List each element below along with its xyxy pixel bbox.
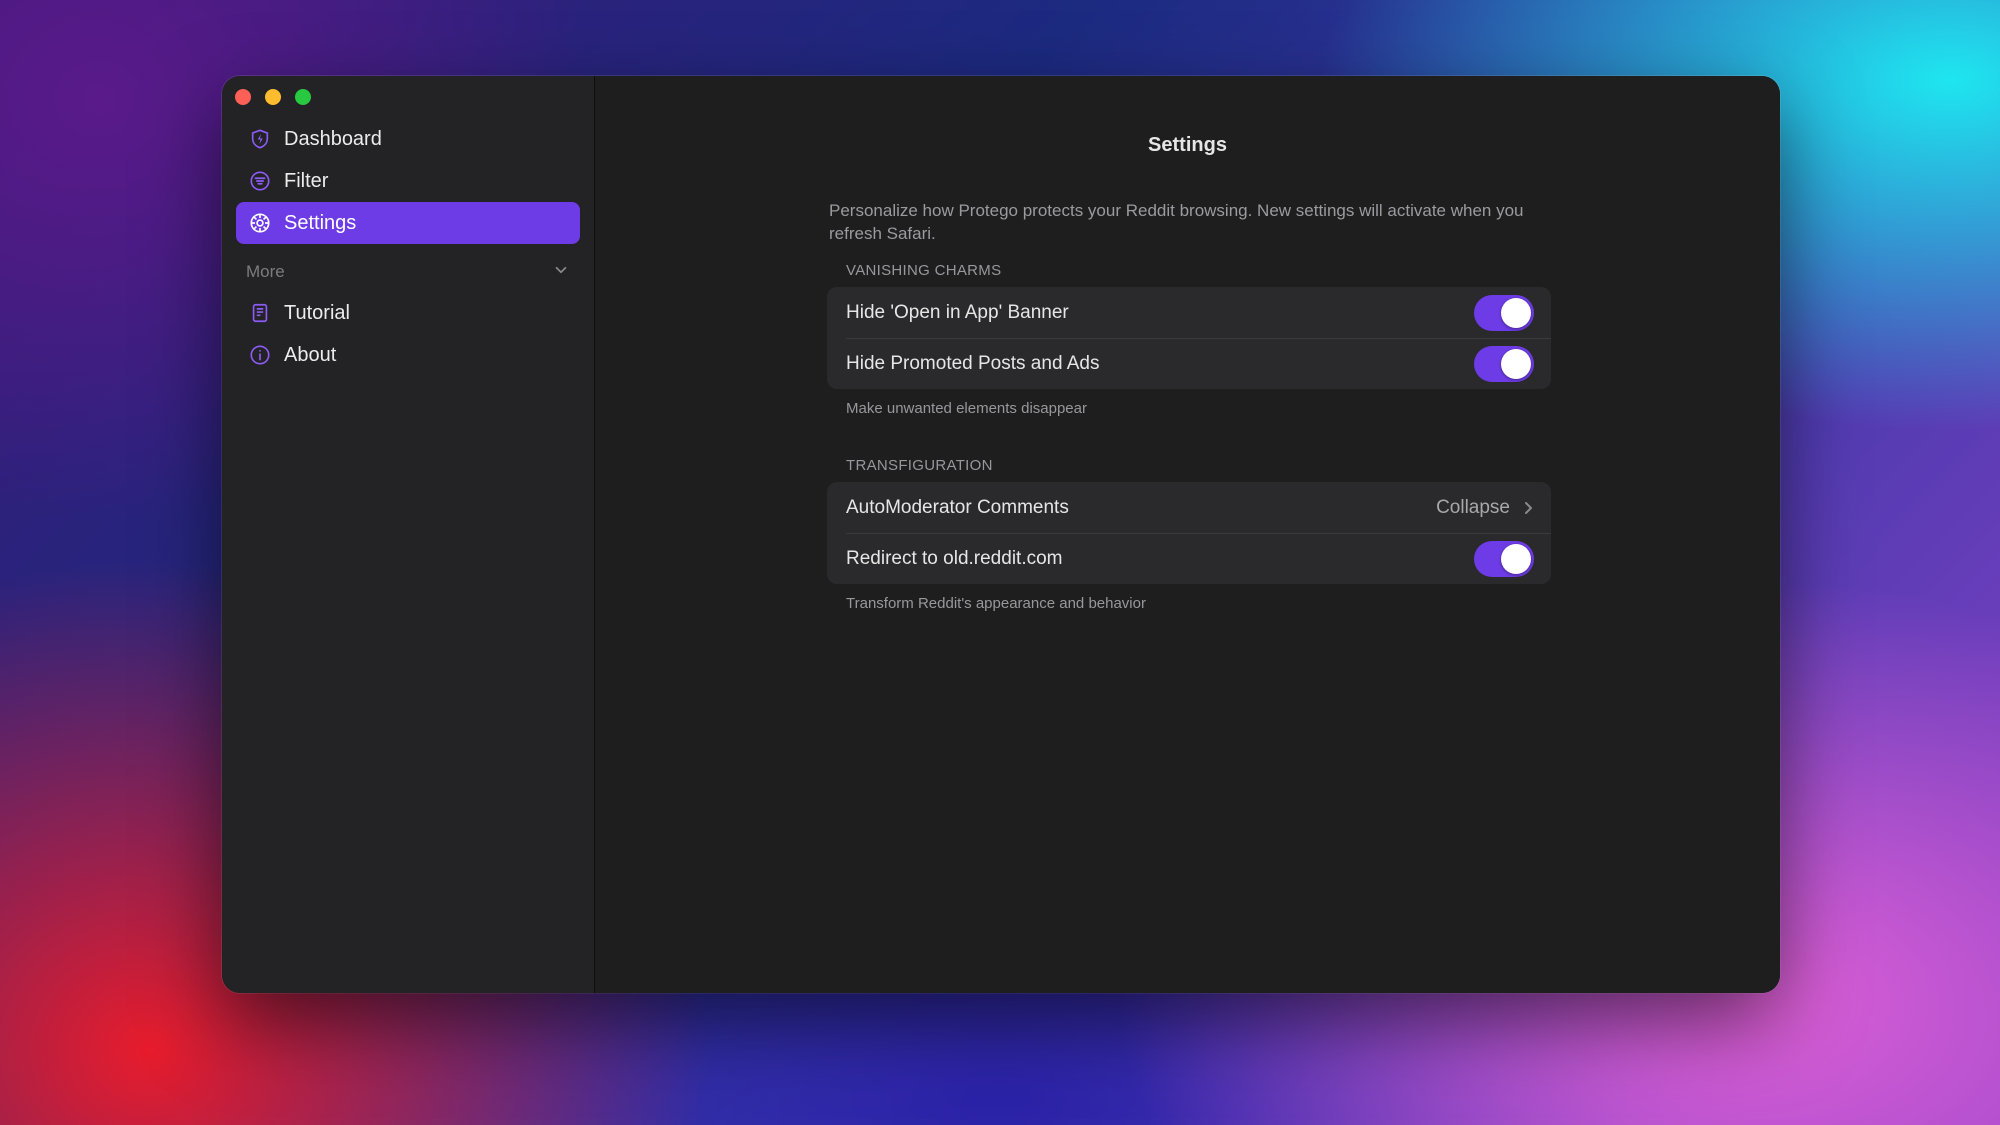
hide-banner-toggle[interactable]	[1474, 294, 1534, 331]
setting-label: Hide Promoted Posts and Ads	[846, 352, 1100, 374]
setting-label: AutoModerator Comments	[846, 496, 1069, 518]
toggle-knob	[1501, 348, 1531, 379]
close-button[interactable]	[235, 89, 251, 105]
sidebar-item-label: Dashboard	[284, 127, 382, 150]
more-section-header[interactable]: More	[236, 252, 580, 292]
gear-icon	[248, 211, 272, 235]
setting-row-hide-banner: Hide 'Open in App' Banner	[827, 287, 1551, 338]
filter-lines-icon	[248, 169, 272, 193]
page-title: Settings	[1148, 134, 1227, 156]
setting-label: Hide 'Open in App' Banner	[846, 301, 1069, 323]
shield-bolt-icon	[248, 127, 272, 151]
section-footnote: Make unwanted elements disappear	[846, 400, 1087, 417]
info-icon	[248, 343, 272, 367]
settings-content: Personalize how Protego protects your Re…	[827, 199, 1551, 652]
sidebar: Dashboard Filter Settings More Tutorial …	[222, 76, 595, 993]
setting-row-redirect-old-reddit: Redirect to old.reddit.com	[827, 533, 1551, 584]
toggle-knob	[1501, 297, 1531, 328]
chevron-down-icon	[552, 261, 570, 284]
section-header-transfiguration: TRANSFIGURATION	[846, 457, 993, 474]
window-controls	[235, 89, 311, 105]
sidebar-item-label: About	[284, 343, 337, 366]
setting-label: Redirect to old.reddit.com	[846, 547, 1063, 569]
chevron-right-icon	[1525, 501, 1532, 514]
zoom-button[interactable]	[295, 89, 311, 105]
settings-group-vanishing: Hide 'Open in App' Banner Hide Promoted …	[827, 287, 1551, 389]
book-icon	[248, 301, 272, 325]
redirect-old-reddit-toggle[interactable]	[1474, 540, 1534, 577]
setting-row-hide-promoted: Hide Promoted Posts and Ads	[827, 338, 1551, 389]
sidebar-item-tutorial[interactable]: Tutorial	[236, 292, 580, 334]
minimize-button[interactable]	[265, 89, 281, 105]
section-header-vanishing: VANISHING CHARMS	[846, 262, 1002, 279]
section-footnote: Transform Reddit's appearance and behavi…	[846, 595, 1146, 612]
sidebar-item-label: Filter	[284, 169, 329, 192]
sidebar-item-dashboard[interactable]: Dashboard	[236, 118, 580, 160]
sidebar-item-label: Settings	[284, 211, 357, 234]
hide-promoted-toggle[interactable]	[1474, 345, 1534, 382]
more-label: More	[246, 262, 285, 281]
intro-text: Personalize how Protego protects your Re…	[829, 201, 1524, 243]
automoderator-value[interactable]: Collapse	[1436, 497, 1534, 519]
sidebar-item-label: Tutorial	[284, 301, 350, 324]
app-window: Dashboard Filter Settings More Tutorial …	[222, 76, 1780, 993]
toggle-knob	[1501, 543, 1531, 574]
sidebar-nav: Dashboard Filter Settings More Tutorial …	[236, 118, 580, 376]
main-content: Settings Personalize how Protego protect…	[595, 76, 1780, 993]
setting-row-automoderator[interactable]: AutoModerator Comments Collapse	[827, 482, 1551, 533]
sidebar-item-settings[interactable]: Settings	[236, 202, 580, 244]
sidebar-item-about[interactable]: About	[236, 334, 580, 376]
settings-group-transfiguration: AutoModerator Comments Collapse Redirect…	[827, 482, 1551, 584]
setting-value-text: Collapse	[1436, 496, 1510, 518]
sidebar-item-filter[interactable]: Filter	[236, 160, 580, 202]
